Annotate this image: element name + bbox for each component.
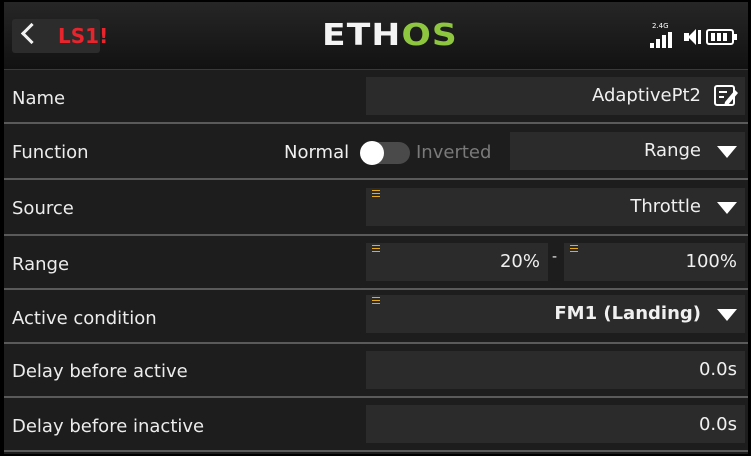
delay-inactive-field[interactable]: 0.0s [366,405,745,443]
row-delay-inactive: Delay before inactive 0.0s [4,398,748,452]
status-area: 2.4G [644,22,744,50]
brand-logo: ETHOS [322,18,458,53]
delay-active-label: Delay before active [12,361,188,382]
function-mode-dropdown[interactable]: Range [510,132,745,170]
speaker-icon[interactable] [680,28,702,46]
row-name: Name AdaptivePt2 [4,70,748,124]
source-marker-icon [372,190,380,197]
range-min-value: 20% [499,251,540,272]
active-condition-label: Active condition [12,308,157,329]
function-normal-label: Normal [284,142,350,163]
row-function: Function Normal Inverted Range [4,124,748,180]
name-label: Name [12,88,66,109]
row-range: Range 20% - 100% [4,236,748,290]
brand-logo-part2: OS [401,18,458,53]
battery-tip [734,34,737,40]
function-toggle[interactable] [360,141,410,165]
range-max-value: 100% [685,251,737,272]
name-field[interactable]: AdaptivePt2 [366,77,745,115]
back-button[interactable]: LS1! [12,19,108,53]
screen: LS1! ETHOS 2.4G Name AdaptivePt2 Functio… [4,2,748,454]
delay-active-field[interactable]: 0.0s [366,351,745,389]
active-condition-marker-icon [372,297,380,304]
delay-active-value: 0.0s [698,359,737,380]
brand-logo-part1: ETH [322,18,402,53]
battery-icon [706,29,734,45]
function-mode-value: Range [643,140,701,161]
chevron-left-icon [20,22,43,45]
row-delay-active: Delay before active 0.0s [4,344,748,398]
edit-icon[interactable] [713,84,739,108]
dropdown-arrow-icon [717,146,737,158]
signal-icon [650,32,674,48]
delay-inactive-value: 0.0s [698,414,737,435]
radio-band-label: 2.4G [652,22,669,30]
active-condition-dropdown[interactable]: FM1 (Landing) [366,295,745,333]
function-label: Function [12,142,89,163]
source-value: Throttle [630,196,701,217]
range-separator: - [552,249,558,265]
delay-inactive-label: Delay before inactive [12,416,205,437]
screen-label: LS1! [58,24,109,48]
range-max-field[interactable]: 100% [564,243,745,281]
source-dropdown[interactable]: Throttle [366,188,745,226]
function-inverted-label: Inverted [416,142,492,163]
dropdown-arrow-icon [717,202,737,214]
range-min-field[interactable]: 20% [366,243,548,281]
toggle-knob [360,141,384,165]
name-value: AdaptivePt2 [591,85,701,106]
range-label: Range [12,254,70,275]
source-label: Source [12,198,74,219]
active-condition-value: FM1 (Landing) [554,303,701,324]
dropdown-arrow-icon [717,309,737,321]
row-active-condition: Active condition FM1 (Landing) [4,290,748,344]
range-min-marker-icon [372,245,380,252]
title-bar: LS1! ETHOS 2.4G [4,2,748,70]
range-max-marker-icon [570,245,578,252]
row-source: Source Throttle [4,180,748,236]
